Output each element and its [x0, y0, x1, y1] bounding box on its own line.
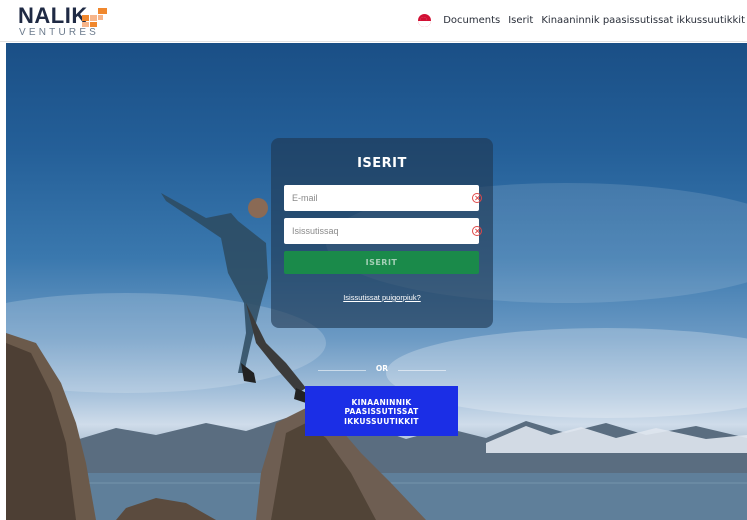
- login-card: ISERIT ISERIT Isissutissat puigorpiuk?: [271, 138, 493, 328]
- email-input[interactable]: [284, 185, 479, 211]
- nav-register[interactable]: Kinaaninnik paasissutissat ikkussuutikki…: [541, 15, 745, 26]
- register-button[interactable]: KINAANINNIK PAASISSUTISSAT IKKUSSUUTIKKI…: [305, 386, 458, 436]
- password-input[interactable]: [284, 218, 479, 244]
- password-clear-icon[interactable]: [472, 226, 482, 236]
- nalik-ventures-logo[interactable]: NALIK VENTURES: [18, 3, 118, 39]
- greenland-flag-icon[interactable]: [418, 14, 432, 27]
- login-title: ISERIT: [357, 156, 407, 171]
- forgot-password-link[interactable]: Isissutissat puigorpiuk?: [271, 293, 493, 302]
- email-clear-icon[interactable]: [472, 193, 482, 203]
- divider-label: OR: [375, 364, 389, 373]
- divider-line-left: [318, 370, 366, 371]
- divider-line-right: [398, 370, 446, 371]
- logo-name: NALIK: [18, 2, 88, 28]
- logo-mark-icon: [82, 7, 108, 27]
- nav-documents[interactable]: Documents: [443, 15, 500, 26]
- header-nav: Documents Iserit Kinaaninnik paasissutis…: [418, 14, 745, 27]
- nav-login[interactable]: Iserit: [508, 15, 533, 26]
- logo-subtitle: VENTURES: [19, 26, 100, 38]
- login-submit-button[interactable]: ISERIT: [284, 251, 479, 274]
- top-header: NALIK VENTURES Documents Iserit Kinaanin…: [0, 0, 747, 42]
